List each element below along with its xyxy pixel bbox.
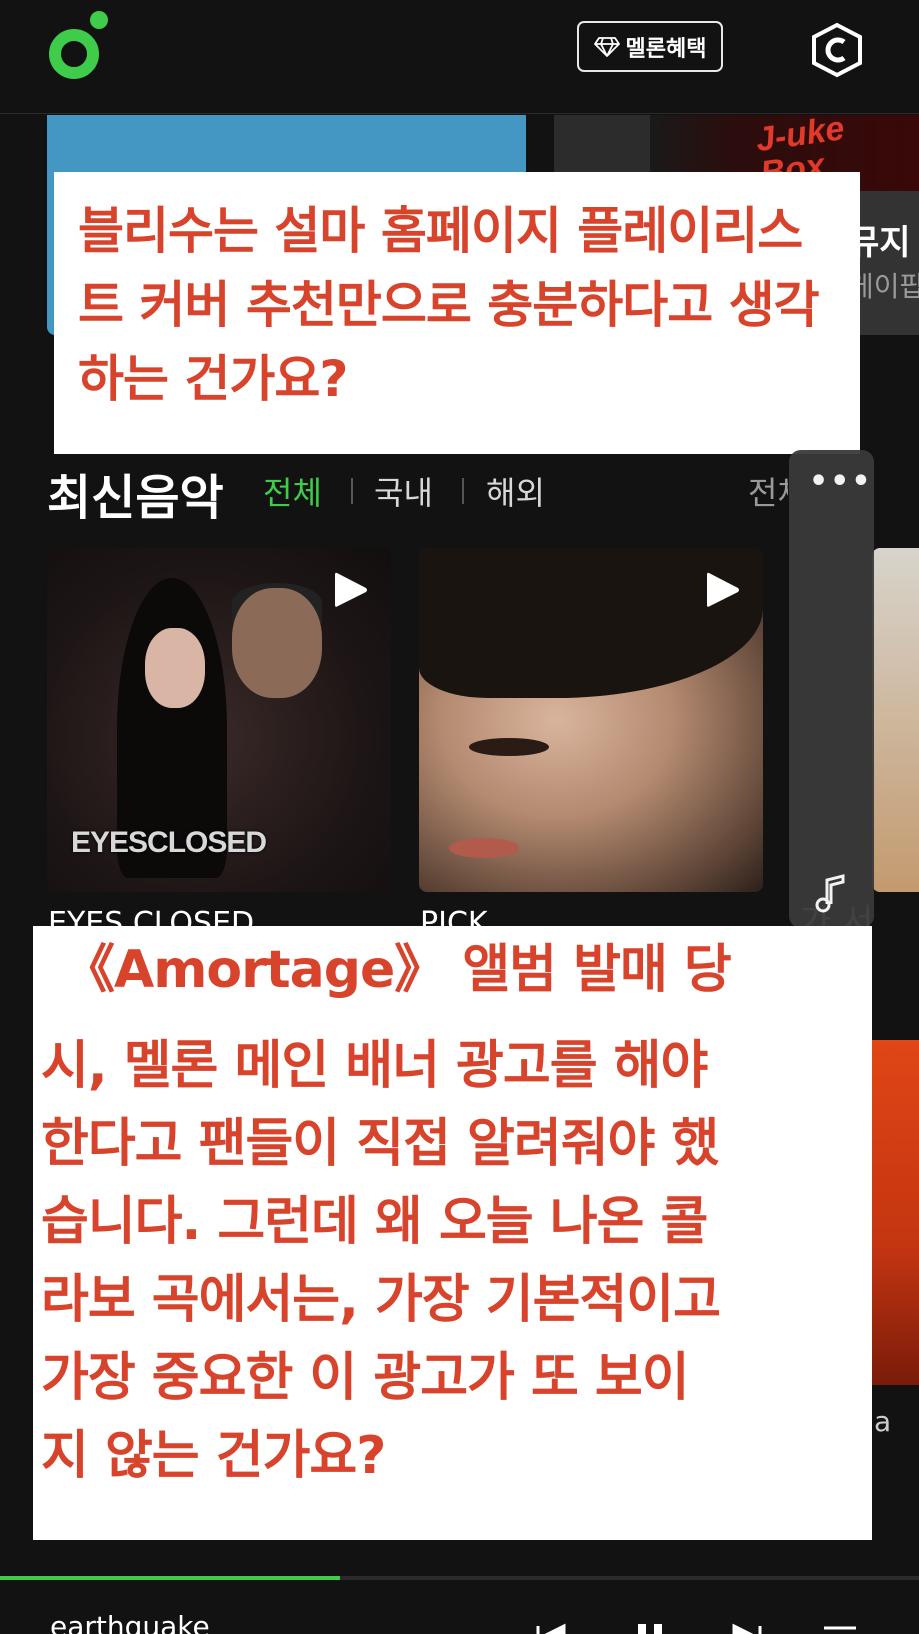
overlay-line: 한다고 팬들이 직접 알려줘야 했 (41, 1114, 719, 1174)
overlay-line: 《Amortage》 앨범 발매 당 (63, 940, 732, 1000)
play-icon[interactable] (705, 570, 741, 610)
album-card[interactable] (419, 548, 763, 892)
album-card-partial[interactable] (872, 1040, 919, 1385)
pause-icon[interactable] (630, 1622, 670, 1634)
album-art-face (145, 628, 205, 708)
floating-side-panel[interactable]: ••• (789, 450, 874, 928)
see-all-link[interactable]: 전체 (748, 468, 788, 514)
album-art-lip (449, 838, 519, 858)
overlay-line: 가장 중요한 이 광고가 또 보이 (41, 1348, 690, 1408)
overlay-line: 라보 곡에서는, 가장 기본적이고 (41, 1270, 721, 1330)
overlay-line: 습니다. 그런데 왜 오늘 나온 콜 (41, 1192, 708, 1252)
hexagon-c-icon[interactable] (810, 22, 864, 78)
overlay-caption-bottom: 《Amortage》 앨범 발매 당 시, 멜론 메인 배너 광고를 해야 한다… (33, 926, 872, 1540)
next-icon[interactable] (728, 1622, 768, 1634)
album-caption[interactable]: PICK (420, 902, 488, 926)
now-playing-title[interactable]: earthquake (50, 1610, 210, 1634)
filter-tab-all[interactable]: 전체 (263, 468, 322, 514)
overlay-line: 시, 멜론 메인 배너 광고를 해야 (41, 1036, 708, 1096)
more-dots-icon[interactable]: ••• (809, 464, 873, 499)
melon-logo-icon[interactable] (48, 8, 114, 80)
top-bar: 멜론혜택 (0, 0, 919, 114)
album-caption-partial: a (874, 1405, 892, 1438)
filter-tab-domestic[interactable]: 국내 (374, 468, 433, 514)
melon-benefit-button[interactable]: 멜론혜택 (577, 21, 723, 72)
filter-divider (462, 478, 464, 504)
filter-divider (351, 478, 353, 504)
benefit-label: 멜론혜택 (625, 36, 707, 62)
album-card[interactable]: EYESCLOSED (47, 548, 391, 892)
mini-player[interactable]: earthquake (0, 1580, 919, 1634)
album-caption[interactable]: EYES CLOSED (48, 902, 254, 926)
album-card[interactable] (872, 548, 919, 892)
playlist-icon[interactable] (820, 1622, 860, 1634)
album-cover-text: EYESCLOSED (71, 826, 267, 859)
filter-tab-overseas[interactable]: 해외 (486, 468, 545, 514)
diamond-icon (593, 36, 620, 57)
album-art-eye (469, 738, 549, 756)
prev-icon[interactable] (530, 1622, 570, 1634)
album-art-face (232, 588, 322, 698)
overlay-caption-top: 블리수는 설마 홈페이지 플레이리스트 커버 추천만으로 충분하다고 생각하는 … (54, 172, 860, 454)
play-icon[interactable] (333, 570, 369, 610)
music-note-icon[interactable] (813, 874, 849, 914)
section-title: 최신음악 (47, 470, 224, 526)
overlay-line: 지 않는 건가요? (41, 1426, 386, 1486)
